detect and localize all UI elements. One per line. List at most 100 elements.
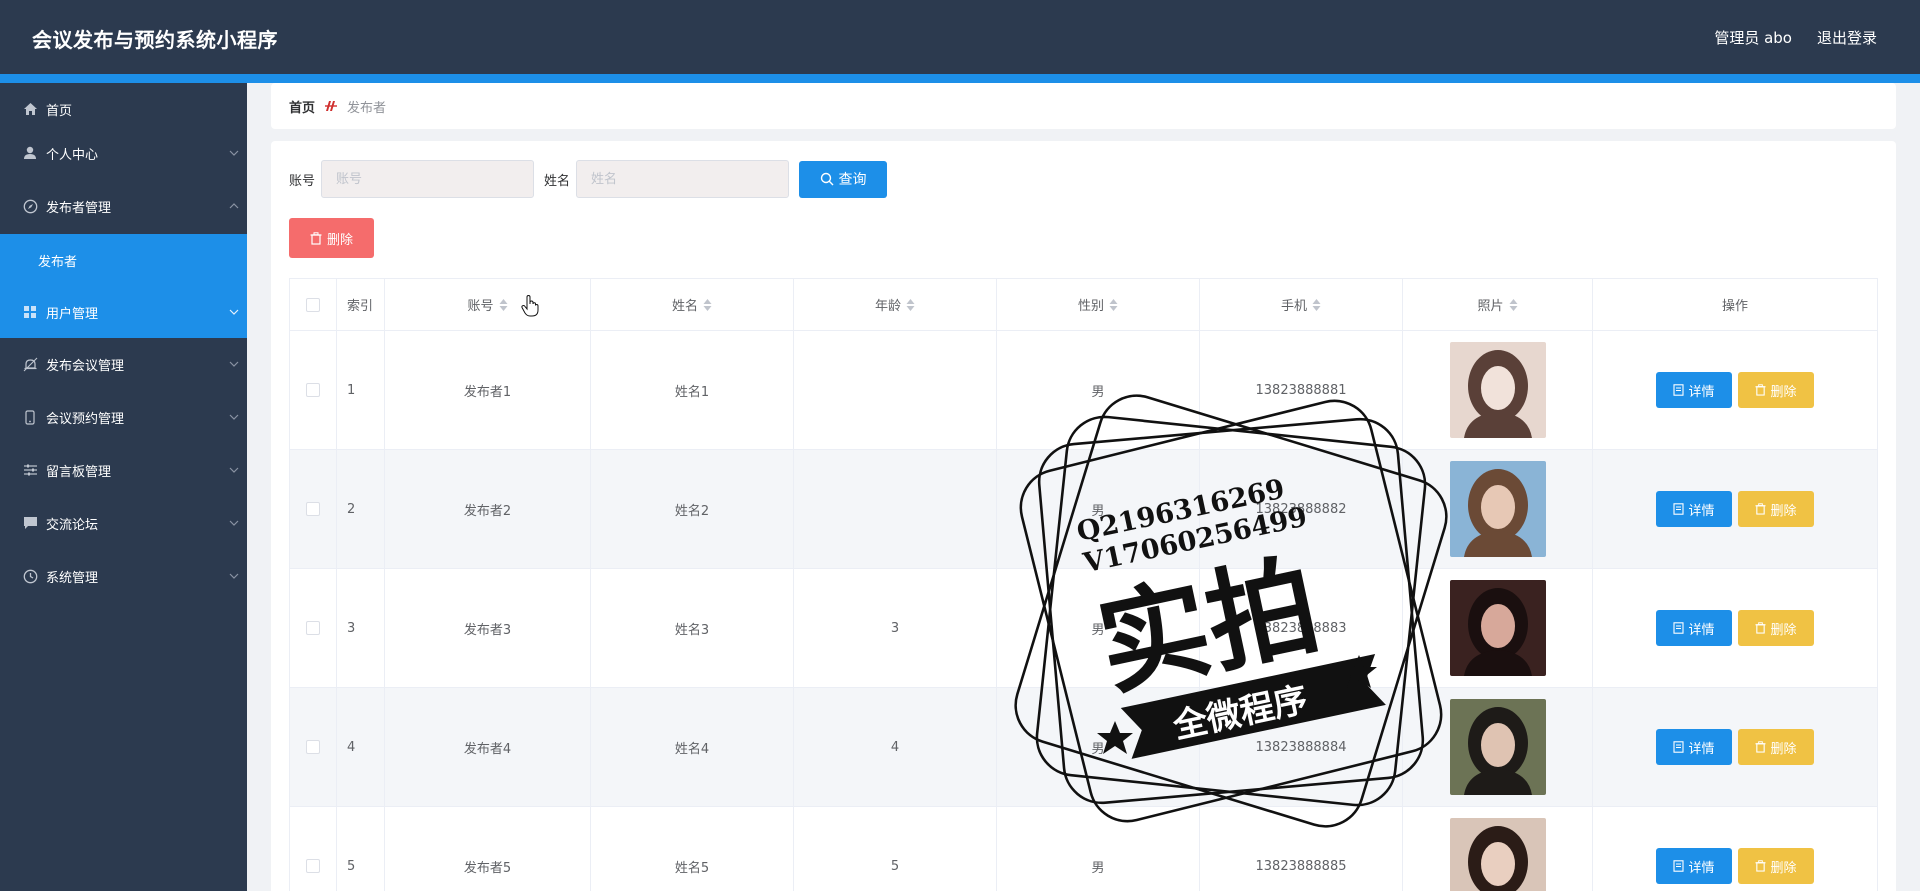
cell-account: 发布者5 [384, 806, 591, 891]
detail-button[interactable]: 详情 [1656, 610, 1732, 646]
sort-icon [1312, 299, 1321, 311]
column-header-name[interactable]: 姓名 [590, 278, 794, 331]
user-photo[interactable] [1449, 342, 1546, 438]
search-icon [820, 172, 834, 186]
name-label: 姓名 [544, 173, 571, 189]
user-photo[interactable] [1449, 580, 1546, 676]
column-header-account[interactable]: 账号 [384, 278, 591, 331]
sidebar-item-message-board-management[interactable]: 留言板管理 [0, 444, 247, 496]
row-select-cell [289, 687, 337, 807]
column-header-label: 手机 [1280, 299, 1307, 314]
detail-button-label: 详情 [1688, 384, 1715, 400]
cell-gender: 男 [996, 449, 1200, 569]
user-photo[interactable] [1449, 461, 1546, 557]
sidebar-item-profile[interactable]: 个人中心 [0, 127, 247, 179]
user-photo[interactable] [1449, 699, 1546, 795]
row-select-cell [289, 806, 337, 891]
cell-index: 2 [336, 449, 385, 569]
row-delete-button-label: 删除 [1770, 384, 1797, 400]
row-checkbox[interactable] [306, 502, 320, 516]
compass-icon [22, 198, 38, 214]
publisher-table: 索引 账号 姓名 年龄 性别 手机 照片 操作 1 发布者1 姓名1 男 1382388… [289, 278, 1878, 891]
sidebar-item-forum[interactable]: 交流论坛 [0, 497, 247, 549]
cell-index: 3 [336, 568, 385, 688]
logout-button[interactable]: 退出登录 [1817, 27, 1877, 48]
sort-icon [906, 299, 915, 311]
row-delete-button[interactable]: 删除 [1738, 610, 1814, 646]
batch-delete-button[interactable]: 删除 [289, 218, 374, 258]
breadcrumb-current: 发布者 [347, 100, 387, 116]
trash-icon [1755, 622, 1767, 634]
sidebar-item-meeting-publish-management[interactable]: 发布会议管理 [0, 338, 247, 390]
account-input[interactable] [321, 160, 535, 198]
trash-icon [1755, 860, 1767, 872]
document-icon [1673, 503, 1685, 515]
cell-phone: 13823888884 [1199, 687, 1403, 807]
cell-name: 姓名1 [590, 330, 794, 450]
detail-button[interactable]: 详情 [1656, 491, 1732, 527]
batch-delete-label: 删除 [326, 232, 353, 248]
name-input[interactable] [576, 160, 790, 198]
select-all-checkbox[interactable] [306, 297, 320, 312]
cell-gender: 男 [996, 330, 1200, 450]
sidebar-item-label: 发布者 [38, 254, 78, 270]
document-icon [1673, 860, 1685, 872]
header-accent-bar [0, 74, 1920, 83]
sidebar-item-system-management[interactable]: 系统管理 [0, 550, 247, 602]
user-photo[interactable] [1449, 818, 1546, 891]
detail-button[interactable]: 详情 [1656, 729, 1732, 765]
column-header-label: 年龄 [874, 299, 901, 314]
detail-button[interactable]: 详情 [1656, 848, 1732, 884]
clock-icon [22, 568, 38, 584]
row-delete-button-label: 删除 [1770, 503, 1797, 519]
cell-index: 1 [336, 330, 385, 450]
cell-phone: 13823888885 [1199, 806, 1403, 891]
column-header-age[interactable]: 年龄 [793, 278, 997, 331]
sidebar-item-publisher[interactable]: 发布者 [0, 234, 247, 286]
chat-icon [22, 515, 38, 531]
detail-button-label: 详情 [1688, 741, 1715, 757]
cell-account: 发布者4 [384, 687, 591, 807]
column-header-gender[interactable]: 性别 [996, 278, 1200, 331]
column-header-label: 性别 [1077, 299, 1104, 314]
row-checkbox[interactable] [306, 383, 320, 397]
cell-name: 姓名4 [590, 687, 794, 807]
cell-actions: 详情 删除 [1592, 568, 1878, 688]
column-header-phone[interactable]: 手机 [1199, 278, 1403, 331]
row-checkbox[interactable] [306, 740, 320, 754]
row-delete-button[interactable]: 删除 [1738, 372, 1814, 408]
column-header-label: 姓名 [671, 299, 698, 314]
breadcrumb-home[interactable]: 首页 [289, 97, 315, 116]
cell-phone: 13823888883 [1199, 568, 1403, 688]
table-row: 4 发布者4 姓名4 4 男 13823888884 详情 删除 [289, 687, 1878, 807]
row-delete-button[interactable]: 删除 [1738, 848, 1814, 884]
row-delete-button[interactable]: 删除 [1738, 491, 1814, 527]
row-checkbox[interactable] [306, 859, 320, 873]
query-button[interactable]: 查询 [799, 160, 888, 198]
column-header-index: 索引 [336, 278, 385, 331]
column-header-photo[interactable]: 照片 [1402, 278, 1593, 331]
table-row: 2 发布者2 姓名2 男 13823888882 详情 删除 [289, 449, 1878, 569]
home-icon [22, 101, 38, 117]
row-delete-button[interactable]: 删除 [1738, 729, 1814, 765]
sort-icon [499, 299, 507, 311]
cell-name: 姓名5 [590, 806, 794, 891]
chevron-down-icon [229, 467, 239, 473]
cell-actions: 详情 删除 [1592, 330, 1878, 450]
column-header-label: 账号 [467, 299, 494, 314]
cell-photo [1402, 687, 1593, 807]
detail-button[interactable]: 详情 [1656, 372, 1732, 408]
cell-index: 5 [336, 806, 385, 891]
chevron-down-icon [229, 520, 239, 526]
sidebar-item-user-management[interactable]: 用户管理 [0, 286, 247, 338]
select-all-header [289, 278, 337, 331]
bell-icon [22, 356, 38, 372]
trash-icon [1755, 741, 1767, 753]
table-row: 3 发布者3 姓名3 3 男 13823888883 详情 删除 [289, 568, 1878, 688]
row-checkbox[interactable] [306, 621, 320, 635]
user-icon [22, 145, 38, 161]
sidebar-item-meeting-booking-management[interactable]: 会议预约管理 [0, 391, 247, 443]
cell-actions: 详情 删除 [1592, 449, 1878, 569]
sidebar-item-publisher-management[interactable]: 发布者管理 [0, 180, 247, 232]
app-title: 会议发布与预约系统小程序 [32, 28, 278, 52]
